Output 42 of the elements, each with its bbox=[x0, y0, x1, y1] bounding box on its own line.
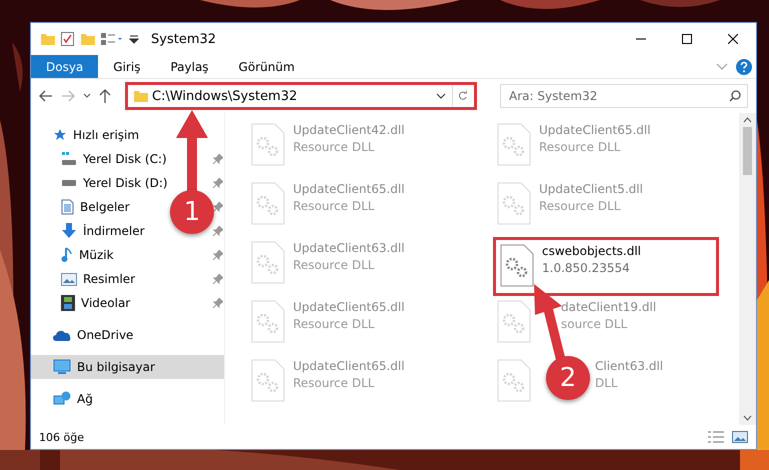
file-detail: DLL bbox=[595, 376, 618, 390]
file-detail: Resource DLL bbox=[293, 199, 374, 213]
file-detail: 1.0.850.23554 bbox=[542, 261, 630, 275]
sidebar-item[interactable]: Belgeler bbox=[80, 200, 130, 214]
sidebar-item[interactable]: Videolar bbox=[81, 296, 130, 310]
file-name: UpdateClient65.dll bbox=[539, 123, 651, 137]
file-detail: Resource DLL bbox=[293, 376, 374, 390]
search-box[interactable]: Ara: System32 bbox=[500, 84, 748, 108]
sidebar-item[interactable]: İndirmeler bbox=[83, 224, 145, 238]
file-name: UpdateClient65.dll bbox=[293, 182, 405, 196]
file-detail: source DLL bbox=[561, 317, 628, 331]
sidebar-item[interactable]: Müzik bbox=[79, 248, 114, 262]
file-name: UpdateClient63.dll bbox=[293, 241, 405, 255]
file-name: UpdateClient65.dll bbox=[293, 359, 405, 373]
file-name: UpdateClient5.dll bbox=[539, 182, 643, 196]
ribbon-tab[interactable]: Paylaş bbox=[155, 55, 224, 78]
sidebar-item[interactable]: OneDrive bbox=[77, 328, 134, 342]
ribbon-tab[interactable]: Dosya bbox=[31, 55, 98, 78]
file-name: UpdateClient65.dll bbox=[293, 300, 405, 314]
sidebar-item[interactable]: Yerel Disk (D:) bbox=[83, 176, 168, 190]
ribbon-tab[interactable]: Görünüm bbox=[224, 55, 310, 78]
file-name: Client63.dll bbox=[595, 359, 664, 373]
sidebar-item[interactable]: Yerel Disk (C:) bbox=[83, 152, 167, 166]
sidebar-item[interactable]: Resimler bbox=[83, 272, 136, 286]
file-name: cswebobjects.dll bbox=[542, 244, 641, 258]
window-title: System32 bbox=[151, 32, 216, 46]
file-detail: Resource DLL bbox=[293, 258, 374, 272]
file-detail: Resource DLL bbox=[293, 140, 374, 154]
file-detail: Resource DLL bbox=[539, 140, 620, 154]
address-field[interactable]: C:\Windows\System32 bbox=[148, 86, 436, 106]
file-name: dateClient19.dll bbox=[561, 300, 656, 314]
file-detail: Resource DLL bbox=[539, 199, 620, 213]
sidebar-item[interactable]: Ağ bbox=[77, 392, 93, 406]
ribbon-tab[interactable]: Giriş bbox=[98, 55, 156, 78]
address-bar[interactable]: C:\Windows\System32 bbox=[125, 82, 477, 110]
file-detail: Resource DLL bbox=[293, 317, 374, 331]
item-count: 106 öğe bbox=[39, 430, 84, 444]
sidebar-item[interactable]: Hızlı erişim bbox=[73, 128, 140, 142]
file-name: UpdateClient42.dll bbox=[293, 123, 405, 137]
search-field[interactable]: Ara: System32 bbox=[507, 87, 729, 105]
file-item[interactable]: cswebobjects.dll 1.0.850.23554 bbox=[493, 237, 719, 296]
sidebar-item[interactable]: Bu bilgisayar bbox=[31, 355, 224, 379]
